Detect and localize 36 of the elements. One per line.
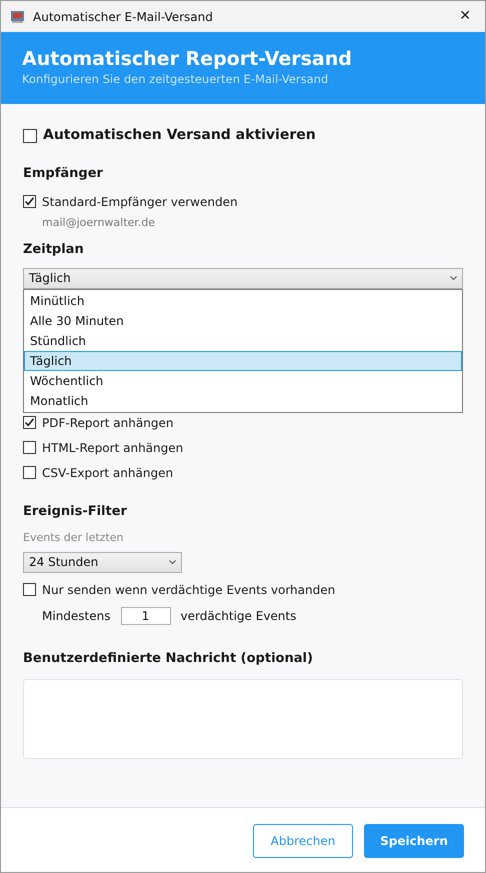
number-field[interactable]: 1 — [120, 606, 170, 624]
dropdown-option[interactable]: Täglich — [24, 350, 462, 370]
header-subtitle: Konfigurieren Sie den zeitgesteuerten E-Mail-Versand — [22, 71, 330, 87]
checkbox[interactable] — [23, 195, 36, 208]
checkbox[interactable] — [23, 416, 36, 429]
header-title: Automatischer Report-Versand — [22, 47, 353, 71]
chevron-icon — [169, 560, 176, 564]
checkbox-label: PDF-Report anhängen — [42, 414, 174, 432]
close-button[interactable]: ✕ — [455, 6, 475, 27]
field-label: Events der letzten — [23, 530, 124, 546]
dropdown-option[interactable]: Wöchentlich — [24, 370, 462, 390]
checkbox[interactable] — [23, 466, 36, 479]
dropdown-option[interactable]: Alle 30 Minuten — [24, 310, 462, 330]
section-heading: Benutzerdefinierte Nachricht (optional) — [23, 650, 314, 668]
section-heading: Zeitplan — [23, 241, 85, 259]
checkbox[interactable] — [23, 583, 36, 596]
email-address: mail@joernwalter.de — [42, 214, 156, 230]
dropdown-option[interactable]: Stündlich — [24, 330, 462, 350]
dropdown-option[interactable]: Monatlich — [24, 390, 462, 410]
checkbox[interactable] — [23, 441, 36, 454]
checkbox-label: HTML-Report anhängen — [42, 440, 184, 456]
window-title: Automatischer E-Mail-Versand — [33, 8, 214, 26]
section-heading: Ereignis-Filter — [23, 502, 128, 520]
checkbox-label: Standard-Empfänger verwenden — [42, 194, 238, 210]
section-heading: Empfänger — [23, 165, 104, 183]
checkbox-label: Nur senden wenn verdächtige Events vorhanden — [42, 582, 336, 598]
app-icon — [10, 9, 25, 24]
field-label: Mindestens — [42, 608, 110, 624]
chevron-icon — [450, 276, 457, 280]
dropdown-option[interactable]: Minütlich — [24, 290, 462, 310]
checkbox-label: Automatischen Versand aktivieren — [43, 126, 316, 145]
checkbox[interactable] — [23, 128, 37, 142]
schedule-dropdown[interactable]: Täglich — [23, 268, 463, 288]
checkbox-label: CSV-Export anhängen — [42, 464, 174, 482]
period-dropdown[interactable]: 24 Stunden — [23, 552, 182, 572]
field-label: verdächtige Events — [180, 608, 296, 624]
